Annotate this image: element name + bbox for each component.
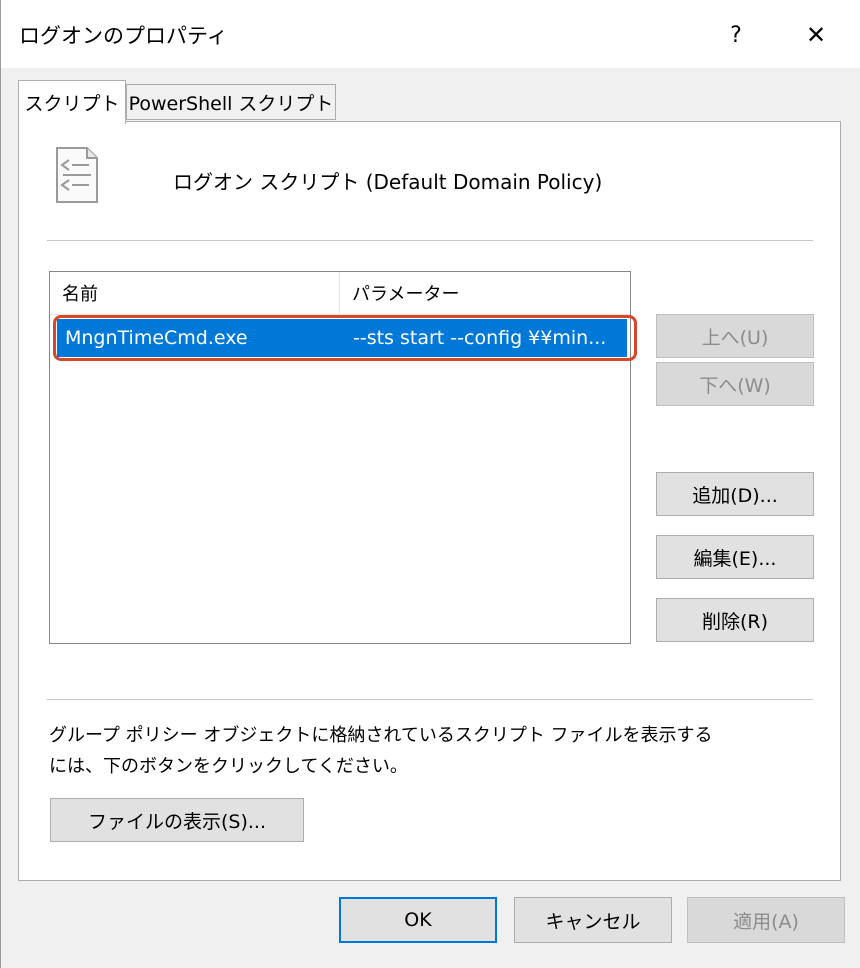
cancel-button[interactable]: キャンセル bbox=[514, 897, 672, 943]
info-text-line-1: グループ ポリシー オブジェクトに格納されているスクリプト ファイルを表示する bbox=[49, 725, 713, 746]
title-bar: ログオンのプロパティ ? ✕ bbox=[1, 0, 860, 68]
script-file-icon bbox=[56, 147, 98, 203]
tab-scripts[interactable]: スクリプト bbox=[18, 80, 126, 124]
add-button[interactable]: 追加(D)... bbox=[656, 472, 814, 516]
column-header-name[interactable]: 名前 bbox=[50, 272, 340, 314]
edit-button[interactable]: 編集(E)... bbox=[656, 535, 814, 579]
ok-button[interactable]: OK bbox=[339, 897, 497, 943]
info-text-line-2: には、下のボタンをクリックしてください。 bbox=[49, 756, 408, 777]
separator-bottom bbox=[47, 699, 813, 700]
list-item-parameters: --sts start --config ¥¥min... bbox=[353, 327, 607, 349]
tab-powershell-scripts[interactable]: PowerShell スクリプト bbox=[126, 84, 336, 120]
logon-properties-dialog: ログオンのプロパティ ? ✕ スクリプト PowerShell スクリプト ログ… bbox=[0, 0, 860, 968]
help-icon: ? bbox=[730, 22, 742, 48]
list-item-selected[interactable]: MngnTimeCmd.exe --sts start --config ¥¥m… bbox=[57, 319, 627, 357]
move-up-button[interactable]: 上へ(U) bbox=[656, 314, 814, 358]
script-heading: ログオン スクリプト (Default Domain Policy) bbox=[173, 170, 603, 194]
column-header-parameters[interactable]: パラメーター bbox=[340, 272, 630, 314]
close-icon: ✕ bbox=[805, 21, 827, 49]
list-header: 名前 パラメーター bbox=[50, 272, 630, 315]
window-title: ログオンのプロパティ bbox=[19, 24, 228, 48]
list-item-name: MngnTimeCmd.exe bbox=[65, 327, 248, 349]
info-text: グループ ポリシー オブジェクトに格納されているスクリプト ファイルを表示する … bbox=[49, 720, 713, 782]
delete-button[interactable]: 削除(R) bbox=[656, 598, 814, 642]
move-down-button[interactable]: 下へ(W) bbox=[656, 362, 814, 406]
separator-top bbox=[47, 240, 813, 241]
apply-button[interactable]: 適用(A) bbox=[687, 897, 845, 943]
close-button[interactable]: ✕ bbox=[791, 14, 841, 56]
help-button[interactable]: ? bbox=[713, 14, 759, 56]
show-files-button[interactable]: ファイルの表示(S)... bbox=[50, 798, 304, 842]
script-list[interactable]: 名前 パラメーター MngnTimeCmd.exe --sts start --… bbox=[49, 271, 631, 644]
